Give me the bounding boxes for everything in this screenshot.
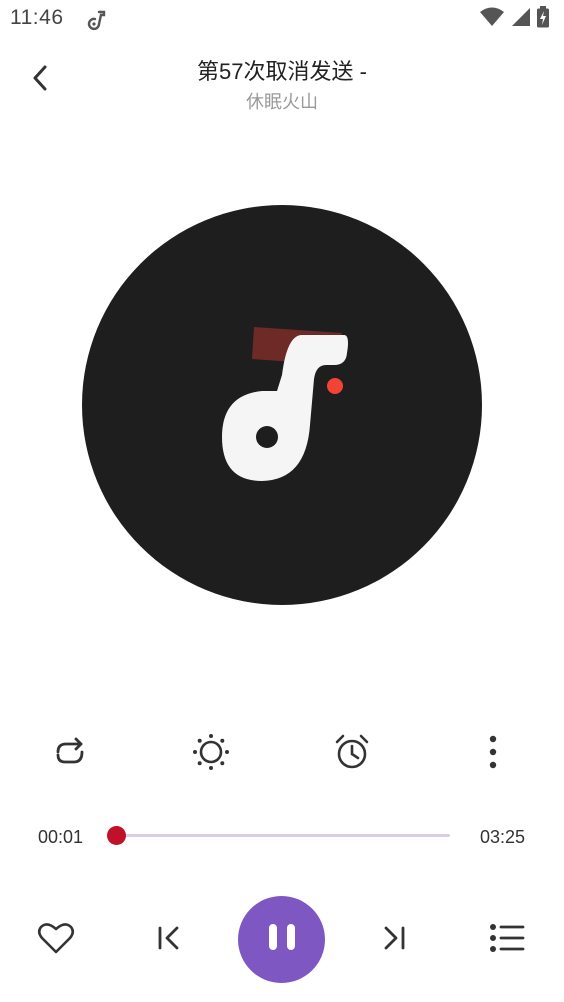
status-time: 11:46 [10, 6, 64, 29]
pause-icon [265, 922, 299, 957]
favorite-button[interactable] [34, 918, 78, 962]
brightness-button[interactable] [189, 732, 233, 776]
song-title: 第57次取消发送 - [197, 59, 367, 84]
more-options-button[interactable] [471, 732, 515, 776]
pause-button[interactable] [238, 896, 325, 983]
playlist-icon [489, 923, 525, 958]
seek-bar[interactable] [106, 826, 450, 845]
music-note-icon [84, 9, 106, 31]
wifi-icon [480, 7, 504, 32]
brightness-icon [192, 733, 230, 776]
repeat-button[interactable] [48, 732, 92, 776]
battery-icon [536, 5, 550, 33]
artist-name: 休眠火山 [246, 92, 318, 112]
repeat-icon [52, 734, 88, 775]
status-icons [480, 5, 550, 33]
music-app-logo-icon [222, 327, 348, 481]
heart-icon [37, 921, 75, 960]
playlist-button[interactable] [485, 918, 529, 962]
elapsed-time: 00:01 [38, 827, 84, 847]
total-duration: 03:25 [480, 827, 526, 847]
more-vert-icon [488, 735, 498, 774]
next-button[interactable] [372, 918, 416, 962]
album-disc [82, 205, 482, 605]
skip-next-icon [381, 925, 407, 956]
signal-icon [510, 7, 530, 32]
sleep-timer-button[interactable] [330, 732, 374, 776]
seek-thumb[interactable] [106, 826, 126, 845]
skip-previous-icon [156, 925, 182, 956]
previous-button[interactable] [147, 918, 191, 962]
alarm-clock-icon [333, 733, 371, 776]
